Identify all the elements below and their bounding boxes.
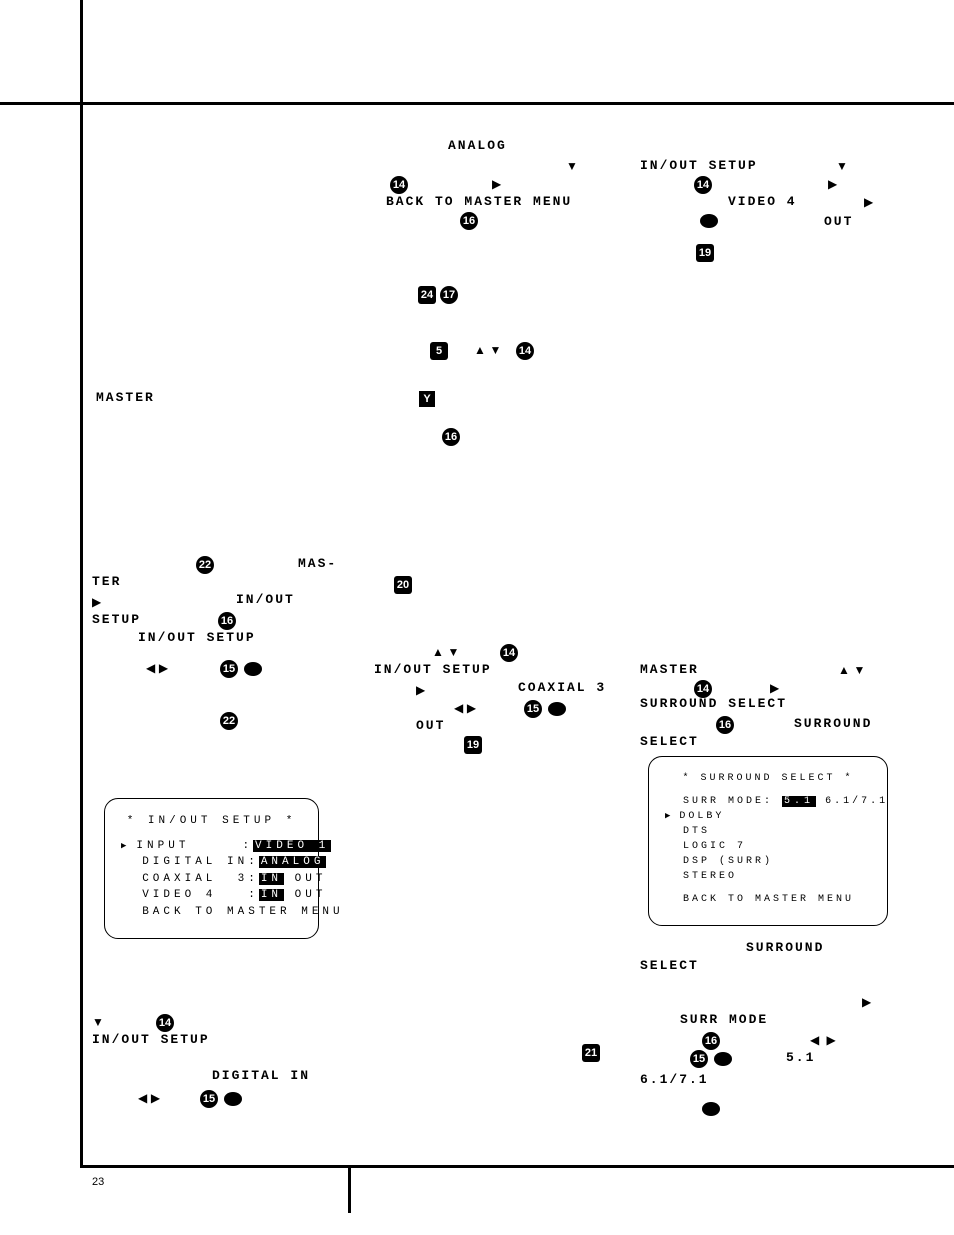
label-mas: MAS- xyxy=(298,556,337,571)
badge-16-mid: 16 xyxy=(442,428,460,446)
set-dot-r xyxy=(714,1050,732,1066)
label-inoutsetup-l2: IN/OUT SETUP xyxy=(92,1032,210,1047)
badge-16: 16 xyxy=(460,212,478,230)
osd-inout-setup: * IN/OUT SETUP * INPUT :VIDEO 1 DIGITAL … xyxy=(104,798,319,939)
set-dot-tr xyxy=(700,212,718,228)
badge-22-a: 22 xyxy=(196,556,214,574)
arrow-down-icon xyxy=(566,158,578,173)
set-dot-r2 xyxy=(702,1100,720,1116)
set-dot-l1 xyxy=(244,660,262,676)
osd2-row-dts: DTS xyxy=(665,824,871,839)
osd1-row-coax: COAXIAL 3:IN OUT xyxy=(121,871,302,888)
osd1-row-vid4: VIDEO 4 :IN OUT xyxy=(121,887,302,904)
osd1-row-back: BACK TO MASTER MENU xyxy=(121,904,302,921)
frame-bottom-hline xyxy=(80,1165,954,1168)
osd2-row-logic7: LOGIC 7 xyxy=(665,839,871,854)
badge-16-r2: 16 xyxy=(702,1032,720,1050)
y-label: Y xyxy=(419,390,435,407)
badge-14-l2: 14 xyxy=(156,1014,174,1032)
badge-15-c: 15 xyxy=(524,700,542,718)
set-dot-l2 xyxy=(224,1090,242,1106)
badge-14-mid: 14 xyxy=(516,342,534,360)
osd2-row-stereo: STEREO xyxy=(665,869,871,884)
arrows-lr-l1 xyxy=(146,660,168,675)
arrow-right-icon-l1 xyxy=(92,594,101,609)
arrows-lr-l2 xyxy=(138,1090,160,1105)
badge-22-b: 22 xyxy=(220,712,238,730)
osd1-row-input: INPUT :VIDEO 1 xyxy=(121,838,302,855)
label-out-c: OUT xyxy=(416,718,445,733)
page-number: 23 xyxy=(92,1176,104,1188)
badge-24: 24 xyxy=(418,286,436,304)
badge-17: 17 xyxy=(440,286,458,304)
label-surround-r: SURROUND xyxy=(794,716,872,731)
osd2-row-dolby: DOLBY xyxy=(665,809,871,824)
osd-surround-select: * SURROUND SELECT * SURR MODE: 5.1 6.1/7… xyxy=(648,756,888,926)
label-surround-r2: SURROUND xyxy=(746,940,824,955)
arrow-right-icon-tr xyxy=(828,176,837,191)
osd2-title: * SURROUND SELECT * xyxy=(665,771,871,786)
badge-16-l: 16 xyxy=(218,612,236,630)
set-dot-c xyxy=(548,700,566,716)
badge-21: 21 xyxy=(582,1044,600,1062)
badge-5: 5 xyxy=(430,342,448,360)
arrows-ud-r xyxy=(838,662,865,677)
arrows-lr-r xyxy=(810,1032,836,1047)
label-video4: VIDEO 4 xyxy=(728,194,797,209)
label-coaxial3: COAXIAL 3 xyxy=(518,680,606,695)
arrow-right-r2 xyxy=(862,994,871,1009)
footer-divider-vline xyxy=(348,1168,351,1213)
arrow-right-icon xyxy=(492,176,501,191)
label-inout-setup-tr: IN/OUT SETUP xyxy=(640,158,758,173)
label-back-to-master: BACK TO MASTER MENU xyxy=(386,194,572,209)
badge-14: 14 xyxy=(390,176,408,194)
label-inoutsetup-c: IN/OUT SETUP xyxy=(374,662,492,677)
label-master: MASTER xyxy=(96,390,155,405)
osd1-title: * IN/OUT SETUP * xyxy=(121,813,302,830)
arrow-down-icon-l xyxy=(92,1014,104,1029)
label-surround-select: SURROUND SELECT xyxy=(640,696,787,711)
badge-14-tr: 14 xyxy=(694,176,712,194)
label-select-r: SELECT xyxy=(640,734,699,749)
badge-16-r: 16 xyxy=(716,716,734,734)
arrow-right-icon-c xyxy=(416,682,425,697)
arrows-updown-icon xyxy=(474,342,501,357)
badge-15-r: 15 xyxy=(690,1050,708,1068)
label-digital-in: DIGITAL IN xyxy=(212,1068,310,1083)
label-inoutsetup-l: IN/OUT SETUP xyxy=(138,630,256,645)
arrow-right-icon-tr2 xyxy=(864,194,873,209)
osd2-row-dsp: DSP (SURR) xyxy=(665,854,871,869)
arrow-right-r xyxy=(770,680,779,695)
label-ter: TER xyxy=(92,574,121,589)
badge-19-c: 19 xyxy=(464,736,482,754)
label-out-tr: OUT xyxy=(824,214,853,229)
badge-15-l2: 15 xyxy=(200,1090,218,1108)
label-inout: IN/OUT xyxy=(236,592,295,607)
frame-top-hline xyxy=(0,102,954,105)
label-setup: SETUP xyxy=(92,612,141,627)
label-master-r: MASTER xyxy=(640,662,699,677)
badge-14-c: 14 xyxy=(500,644,518,662)
osd1-row-digin: DIGITAL IN:ANALOG xyxy=(121,854,302,871)
label-6171: 6.1/7.1 xyxy=(640,1072,709,1087)
frame-left-vline xyxy=(80,0,83,1165)
badge-19-tr: 19 xyxy=(696,244,714,262)
label-analog: ANALOG xyxy=(448,138,507,153)
osd2-row-back: BACK TO MASTER MENU xyxy=(665,892,871,907)
badge-20: 20 xyxy=(394,576,412,594)
label-select-r2: SELECT xyxy=(640,958,699,973)
osd2-row-mode: SURR MODE: 5.1 6.1/7.1 xyxy=(665,794,871,809)
arrows-ud-c xyxy=(432,644,459,659)
arrow-down-icon-2 xyxy=(836,158,848,173)
arrows-lr-c xyxy=(454,700,476,715)
badge-15-l1: 15 xyxy=(220,660,238,678)
label-51: 5.1 xyxy=(786,1050,815,1065)
label-surr-mode: SURR MODE xyxy=(680,1012,768,1027)
